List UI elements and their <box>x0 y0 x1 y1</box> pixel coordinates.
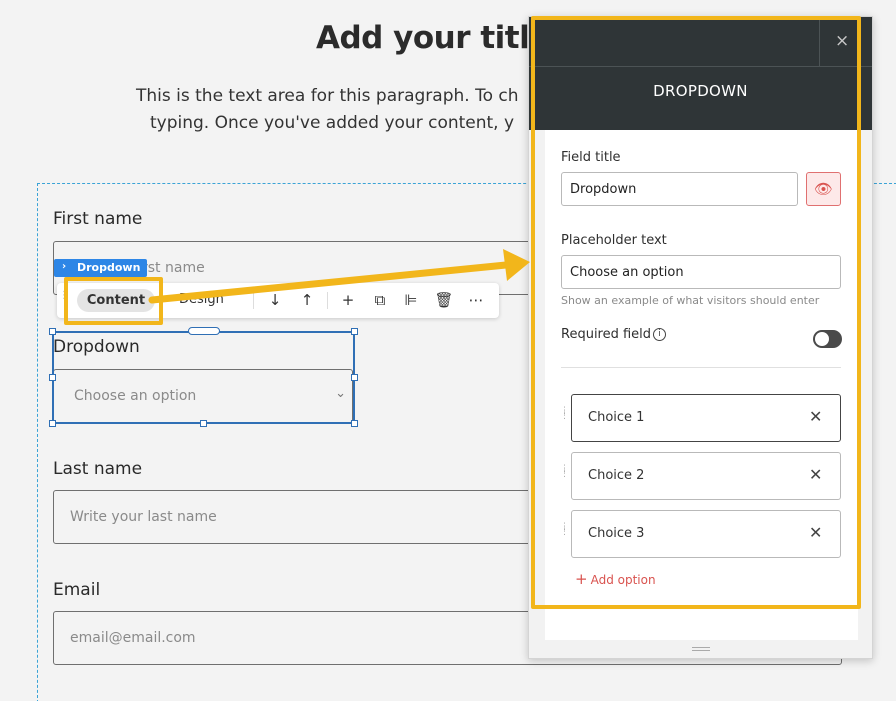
element-type-label: Dropdown <box>77 261 141 274</box>
move-up-icon[interactable]: ↑ <box>297 290 317 310</box>
tab-design[interactable]: Design <box>179 292 224 307</box>
last-name-placeholder: Write your last name <box>70 509 217 525</box>
toolbar-divider <box>253 292 254 309</box>
more-icon[interactable]: ⋯ <box>466 290 486 310</box>
chevron-right-icon: › <box>62 261 67 272</box>
last-name-label: Last name <box>53 459 143 479</box>
email-placeholder: email@email.com <box>70 630 196 646</box>
first-name-placeholder: rst name <box>142 260 205 276</box>
toolbar-divider <box>327 292 328 309</box>
resize-handle[interactable] <box>351 374 358 381</box>
resize-handle[interactable] <box>351 328 358 335</box>
resize-handle[interactable] <box>49 328 56 335</box>
resize-handle[interactable] <box>49 374 56 381</box>
add-icon[interactable]: + <box>338 290 358 310</box>
email-label: Email <box>53 580 101 600</box>
resize-handle[interactable] <box>49 420 56 427</box>
page-title: Add your title <box>316 20 550 56</box>
duplicate-icon[interactable]: ⧉ <box>370 290 390 310</box>
align-icon[interactable]: ⊫ <box>401 290 421 310</box>
resize-handle[interactable] <box>200 420 207 427</box>
resize-handle[interactable] <box>351 420 358 427</box>
resize-handle-top[interactable] <box>188 327 220 335</box>
move-down-icon[interactable]: ↓ <box>265 290 285 310</box>
first-name-label: First name <box>53 209 143 229</box>
selection-outline <box>52 331 355 424</box>
highlight-box-content <box>64 277 163 325</box>
panel-resize-grip[interactable] <box>692 647 710 651</box>
highlight-box-panel <box>531 16 861 609</box>
delete-icon[interactable]: 🗑 <box>434 290 454 310</box>
element-type-tag[interactable]: › Dropdown <box>54 259 147 277</box>
